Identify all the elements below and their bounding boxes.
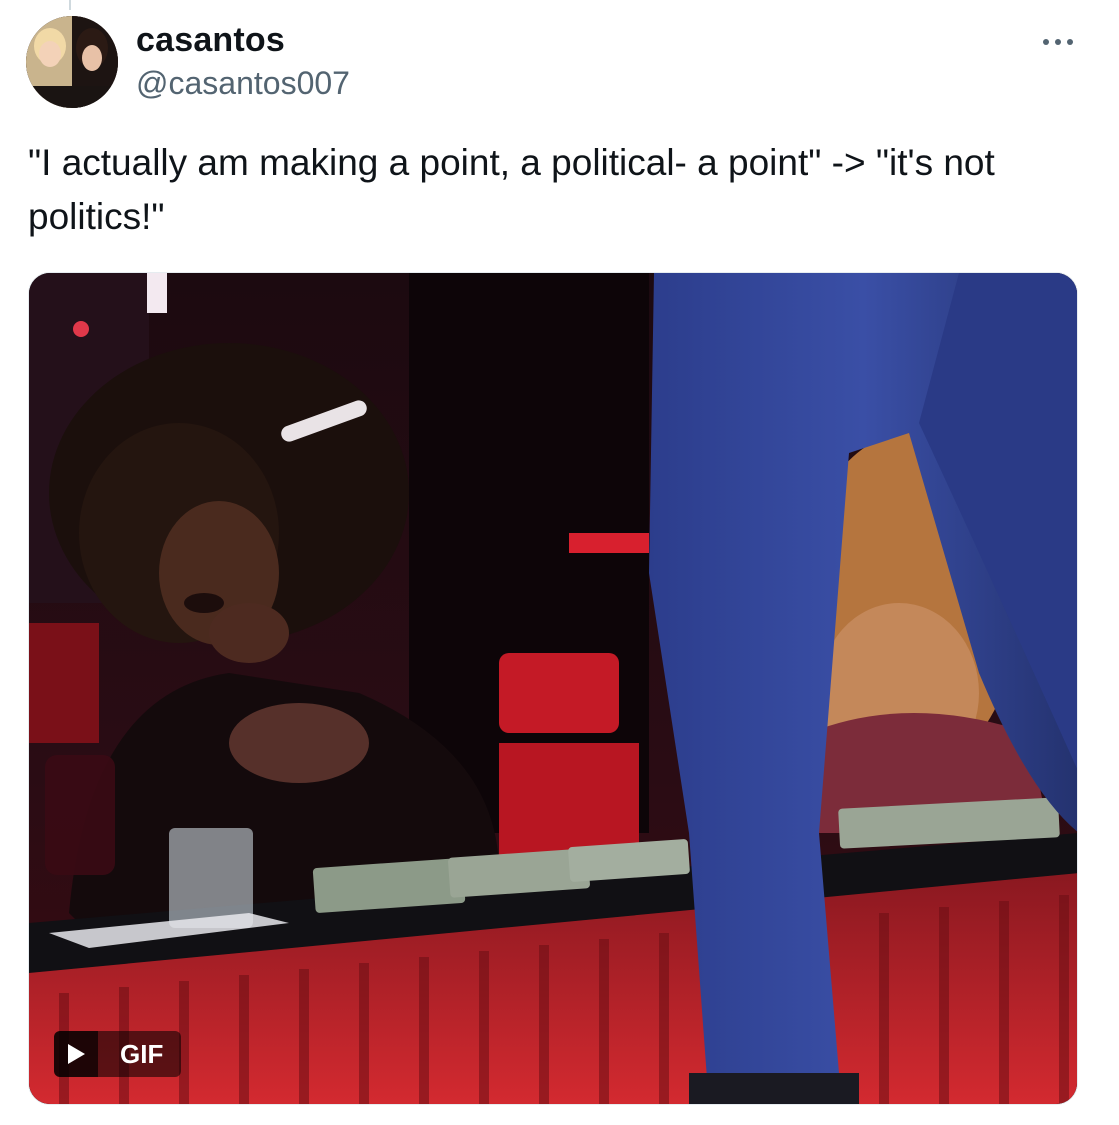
gif-label: GIF [98,1031,182,1077]
more-options-button[interactable] [1030,22,1086,62]
more-dots-icon [1067,39,1073,45]
author-handle[interactable]: @casantos007 [136,62,350,104]
thread-connector-line [69,0,71,10]
author-display-name[interactable]: casantos [136,18,285,62]
tweet-text: "I actually am making a point, a politic… [28,142,1006,237]
play-icon[interactable] [54,1031,98,1077]
gif-badge[interactable]: GIF [54,1031,182,1077]
author-avatar[interactable] [26,16,118,108]
more-dots-icon [1055,39,1061,45]
more-dots-icon [1043,39,1049,45]
gif-frame [29,273,1077,1104]
tweet-media-gif[interactable] [28,272,1078,1105]
avatar-image [26,16,118,108]
